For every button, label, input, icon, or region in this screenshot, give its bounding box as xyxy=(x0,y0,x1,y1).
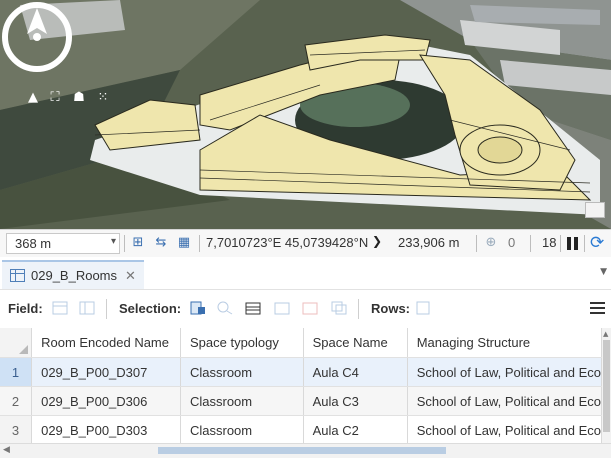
up-arrow-icon[interactable]: ▲ xyxy=(24,89,42,107)
row-number[interactable]: 2 xyxy=(0,386,33,416)
table-icon[interactable] xyxy=(585,202,605,218)
scroll-up-icon[interactable]: ▲ xyxy=(603,330,608,338)
coordinate-readout: 7,7010723°E 45,0739428°N xyxy=(206,235,369,250)
scroll-thumb[interactable] xyxy=(603,340,610,432)
divider xyxy=(530,235,531,252)
close-icon[interactable]: ✕ xyxy=(125,268,136,284)
selection-label: Selection: xyxy=(119,301,182,316)
table-cell[interactable]: Classroom xyxy=(180,357,304,387)
pause-icon[interactable] xyxy=(567,237,579,250)
chevron-down-icon[interactable]: ❯ xyxy=(372,234,382,248)
table-cell[interactable]: Classroom xyxy=(180,386,304,416)
table-cell[interactable]: School of Law, Political and Eco xyxy=(407,386,602,416)
row-number[interactable]: 3 xyxy=(0,415,33,443)
zoom-to-selection-icon[interactable] xyxy=(217,301,233,315)
copy-selection-icon[interactable] xyxy=(331,301,347,315)
status-bar: 368 m ▾ ⊞ ⇆ ▦ 7,7010723°E 45,0739428°N ❯… xyxy=(0,229,611,258)
scroll-left-icon[interactable]: ◀ xyxy=(3,445,10,455)
field-label: Field: xyxy=(8,301,43,316)
scale-selector[interactable]: 368 m ▾ xyxy=(6,233,120,254)
scale-bar-icon[interactable]: ⇆ xyxy=(153,235,169,251)
table-cell[interactable]: Aula C4 xyxy=(303,357,408,387)
divider xyxy=(584,235,585,252)
selected-count: 0 xyxy=(508,235,516,250)
tab-label: 029_B_Rooms xyxy=(31,268,117,283)
selected-features-icon[interactable]: ⊕ xyxy=(483,235,499,251)
fullscreen-icon[interactable]: ⛶ xyxy=(46,89,64,107)
menu-icon[interactable] xyxy=(590,302,605,314)
scroll-thumb[interactable] xyxy=(158,447,446,454)
column-header[interactable]: Room Encoded Name xyxy=(31,328,181,358)
table-row[interactable]: 2 029_B_P00_D306 Classroom Aula C3 Schoo… xyxy=(0,386,602,416)
attribute-table: Room Encoded Name Space typology Space N… xyxy=(0,328,602,443)
rows-label: Rows: xyxy=(371,301,410,316)
divider xyxy=(560,235,561,252)
table-icon xyxy=(10,269,25,282)
table-cell[interactable]: Aula C2 xyxy=(303,415,408,443)
select-all-corner[interactable] xyxy=(0,328,33,358)
table-cell[interactable]: 029_B_P00_D306 xyxy=(31,386,181,416)
column-header[interactable]: Space Name xyxy=(303,328,408,358)
table-header-row: Room Encoded Name Space typology Space N… xyxy=(0,328,602,358)
select-by-attributes-icon[interactable] xyxy=(190,301,206,315)
grid-dots-icon[interactable]: ⁙ xyxy=(94,89,112,107)
divider xyxy=(199,235,200,252)
calculate-field-icon[interactable] xyxy=(79,301,95,315)
table-toolbar: Field: Selection: Rows: xyxy=(0,289,611,329)
fps-readout: 18 xyxy=(542,235,557,250)
table-cell[interactable]: Classroom xyxy=(180,415,304,443)
chevron-down-icon: ▾ xyxy=(110,236,116,247)
tab-bar: 029_B_Rooms ✕ ▼ xyxy=(0,257,611,289)
chevron-down-icon[interactable]: ▼ xyxy=(600,267,607,277)
divider xyxy=(476,235,477,252)
divider xyxy=(358,299,359,319)
aerial-3d-map xyxy=(0,0,611,229)
horizontal-scrollbar[interactable]: ◀ xyxy=(0,443,611,458)
table-row[interactable]: 3 029_B_P00_D303 Classroom Aula C2 Schoo… xyxy=(0,415,602,443)
column-header[interactable]: Space typology xyxy=(180,328,304,358)
table-cell[interactable]: School of Law, Political and Eco xyxy=(407,357,602,387)
row-number[interactable]: 1 xyxy=(0,357,33,387)
add-field-icon[interactable] xyxy=(52,301,68,315)
tab-029-b-rooms[interactable]: 029_B_Rooms ✕ xyxy=(2,260,144,289)
divider xyxy=(124,235,125,252)
table-cell[interactable]: School of Law, Political and Eco xyxy=(407,415,602,443)
table-row[interactable]: 1 029_B_P00_D307 Classroom Aula C4 Schoo… xyxy=(0,357,602,387)
refresh-icon[interactable]: ⟳ xyxy=(590,233,604,253)
column-header[interactable]: Managing Structure xyxy=(407,328,602,358)
table-cell[interactable]: 029_B_P00_D303 xyxy=(31,415,181,443)
add-bookmark-icon[interactable]: ⊞ xyxy=(130,235,146,251)
north-compass-icon[interactable] xyxy=(0,0,74,74)
table-cell[interactable]: Aula C3 xyxy=(303,386,408,416)
walk-icon[interactable]: ☗ xyxy=(70,89,88,107)
grid-icon[interactable]: ▦ xyxy=(176,235,192,251)
table-cell[interactable]: 029_B_P00_D307 xyxy=(31,357,181,387)
clear-selection-icon[interactable] xyxy=(274,301,290,315)
divider xyxy=(106,299,107,319)
elevation-readout: 233,906 m xyxy=(398,235,460,250)
delete-selection-icon[interactable] xyxy=(302,301,318,315)
scale-value: 368 m xyxy=(15,236,52,251)
vertical-scrollbar[interactable]: ▲ xyxy=(602,328,611,443)
scene-view[interactable]: ▲ ⛶ ☗ ⁙ xyxy=(0,0,611,229)
switch-selection-icon[interactable] xyxy=(245,301,261,315)
rows-dropdown-icon[interactable] xyxy=(416,301,432,315)
